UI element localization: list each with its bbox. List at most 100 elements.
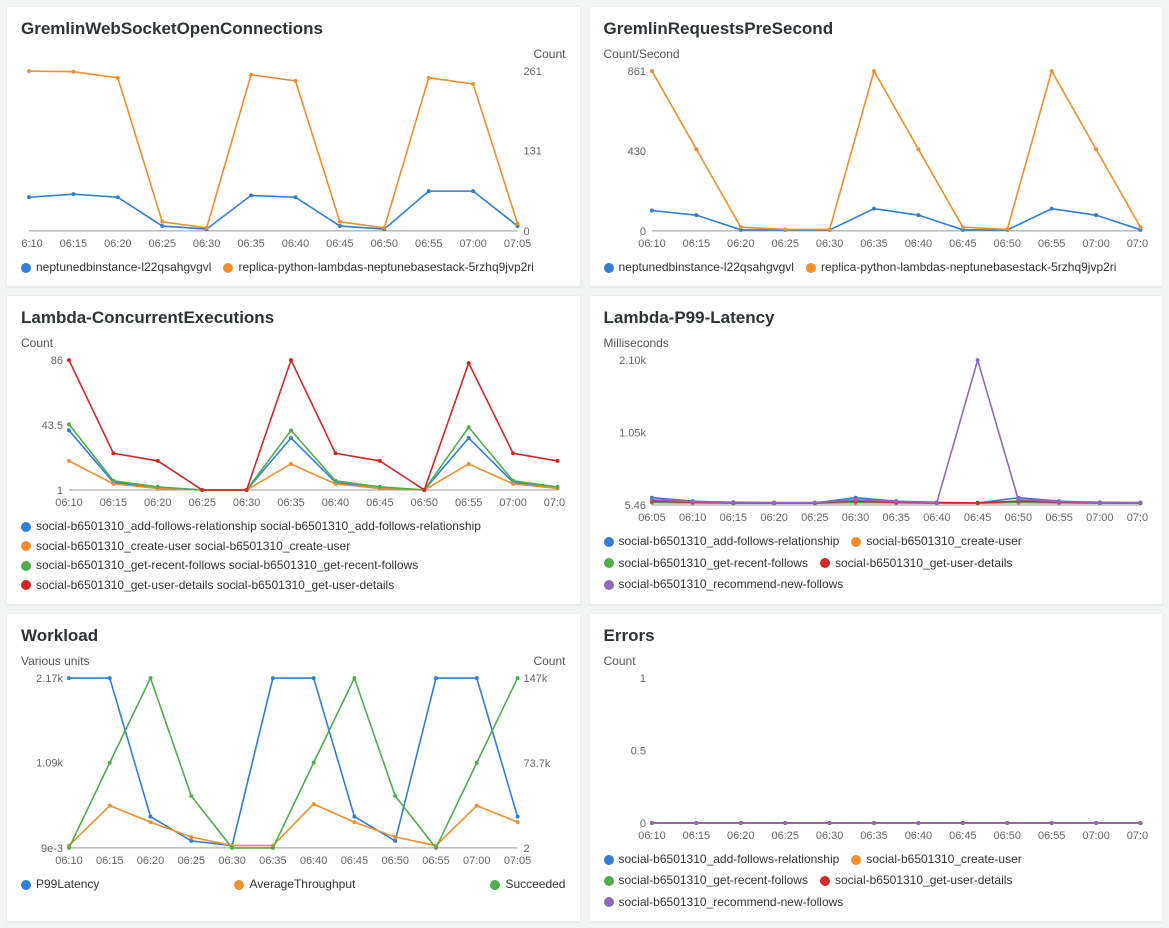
- svg-text:06:15: 06:15: [96, 855, 123, 867]
- legend-item[interactable]: replica-python-lambdas-neptunebasestack-…: [806, 259, 1117, 276]
- panel-title: Workload: [21, 626, 566, 646]
- svg-text:06:15: 06:15: [682, 830, 709, 842]
- chart-lambda-concurrent[interactable]: 06:1006:1506:2006:2506:3006:3506:4006:45…: [21, 352, 566, 512]
- svg-text:1: 1: [57, 485, 63, 497]
- chart-gremlin-connections[interactable]: 06:1006:1506:2006:2506:3006:3506:4006:45…: [21, 63, 566, 253]
- svg-text:07:00: 07:00: [499, 497, 526, 509]
- chart-errors[interactable]: 06:1006:1506:2006:2506:3006:3506:4006:45…: [604, 670, 1149, 845]
- svg-text:06:40: 06:40: [904, 830, 931, 842]
- svg-text:06:35: 06:35: [860, 238, 887, 250]
- legend-label: social-b6501310_add-follows-relationship…: [36, 518, 481, 535]
- legend-item[interactable]: social-b6501310_create-user social-b6501…: [21, 538, 566, 555]
- legend-label: social-b6501310_get-user-details social-…: [36, 577, 394, 594]
- legend-item[interactable]: neptunedbinstance-l22qsahgvgvl: [21, 259, 211, 276]
- svg-text:06:20: 06:20: [727, 238, 754, 250]
- legend: social-b6501310_add-follows-relationship…: [21, 518, 566, 594]
- svg-text:07:05: 07:05: [1126, 830, 1148, 842]
- svg-text:06:50: 06:50: [993, 830, 1020, 842]
- svg-text:430: 430: [627, 146, 645, 158]
- legend-label: social-b6501310_add-follows-relationship: [619, 533, 840, 550]
- legend-label: social-b6501310_get-recent-follows socia…: [36, 557, 418, 574]
- svg-text:06:05: 06:05: [638, 512, 665, 524]
- svg-text:06:15: 06:15: [60, 238, 87, 250]
- svg-text:06:50: 06:50: [993, 238, 1020, 250]
- svg-text:06:35: 06:35: [237, 238, 264, 250]
- svg-text:07:00: 07:00: [1082, 238, 1109, 250]
- legend: neptunedbinstance-l22qsahgvgvl replica-py…: [21, 259, 566, 276]
- legend-item[interactable]: AverageThroughput: [234, 876, 355, 893]
- legend-item[interactable]: replica-python-lambdas-neptunebasestack-…: [223, 259, 534, 276]
- svg-text:06:25: 06:25: [771, 830, 798, 842]
- svg-text:06:50: 06:50: [1004, 512, 1031, 524]
- legend-item[interactable]: social-b6501310_add-follows-relationship: [604, 533, 840, 550]
- svg-text:07:00: 07:00: [459, 238, 486, 250]
- legend-item[interactable]: neptunedbinstance-l22qsahgvgvl: [604, 259, 794, 276]
- legend: social-b6501310_add-follows-relationship…: [604, 851, 1149, 911]
- chart-gremlin-requests[interactable]: 06:1006:1506:2006:2506:3006:3506:4006:45…: [604, 63, 1149, 253]
- svg-text:06:40: 06:40: [322, 497, 349, 509]
- chart-lambda-latency[interactable]: 06:0506:1006:1506:2006:2506:3006:3506:40…: [604, 352, 1149, 527]
- svg-text:06:30: 06:30: [193, 238, 220, 250]
- legend-item[interactable]: social-b6501310_add-follows-relationship: [604, 851, 840, 868]
- svg-text:86: 86: [51, 355, 63, 367]
- y-axis-label: Count: [21, 47, 566, 61]
- svg-text:06:10: 06:10: [55, 855, 82, 867]
- legend-item[interactable]: social-b6501310_create-user: [851, 851, 1021, 868]
- legend-swatch-icon: [604, 897, 614, 907]
- svg-text:06:15: 06:15: [682, 238, 709, 250]
- svg-text:06:35: 06:35: [259, 855, 286, 867]
- legend-item[interactable]: social-b6501310_recommend-new-follows: [604, 894, 844, 911]
- legend-item[interactable]: social-b6501310_get-user-details: [820, 555, 1012, 572]
- svg-text:2: 2: [524, 843, 530, 855]
- legend-swatch-icon: [851, 537, 861, 547]
- legend-item[interactable]: social-b6501310_get-user-details: [820, 872, 1012, 889]
- legend-item[interactable]: Succeeded: [490, 876, 565, 893]
- legend-item[interactable]: P99Latency: [21, 876, 99, 893]
- svg-text:06:20: 06:20: [137, 855, 164, 867]
- legend-label: social-b6501310_recommend-new-follows: [619, 576, 844, 593]
- legend: P99Latency AverageThroughput Succeeded: [21, 876, 566, 893]
- svg-text:06:50: 06:50: [381, 855, 408, 867]
- panel-lambda-latency: Lambda-P99-Latency Milliseconds 06:0506:…: [589, 295, 1164, 605]
- legend-item[interactable]: social-b6501310_get-user-details social-…: [21, 577, 566, 594]
- legend-swatch-icon: [223, 263, 233, 273]
- svg-text:06:50: 06:50: [411, 497, 438, 509]
- legend-swatch-icon: [21, 561, 31, 571]
- legend-label: neptunedbinstance-l22qsahgvgvl: [36, 259, 211, 276]
- legend-item[interactable]: social-b6501310_recommend-new-follows: [604, 576, 844, 593]
- legend-item[interactable]: social-b6501310_get-recent-follows: [604, 555, 808, 572]
- legend-item[interactable]: social-b6501310_add-follows-relationship…: [21, 518, 566, 535]
- legend-swatch-icon: [604, 558, 614, 568]
- svg-text:43.5: 43.5: [42, 420, 63, 432]
- legend-label: social-b6501310_create-user: [866, 533, 1021, 550]
- legend-swatch-icon: [490, 880, 500, 890]
- svg-text:06:15: 06:15: [719, 512, 746, 524]
- legend-item[interactable]: social-b6501310_get-recent-follows socia…: [21, 557, 566, 574]
- legend-item[interactable]: social-b6501310_get-recent-follows: [604, 872, 808, 889]
- svg-text:06:25: 06:25: [178, 855, 205, 867]
- svg-text:07:05: 07:05: [1126, 512, 1148, 524]
- chart-workload[interactable]: 06:1006:1506:2006:2506:3006:3506:4006:45…: [21, 670, 566, 870]
- svg-text:06:30: 06:30: [815, 830, 842, 842]
- svg-text:1: 1: [639, 673, 645, 685]
- legend-swatch-icon: [21, 522, 31, 532]
- legend-swatch-icon: [21, 880, 31, 890]
- y-axis-label: Count: [604, 654, 1149, 668]
- legend-swatch-icon: [604, 855, 614, 865]
- legend-swatch-icon: [21, 541, 31, 551]
- legend-swatch-icon: [21, 263, 31, 273]
- svg-text:06:45: 06:45: [949, 830, 976, 842]
- svg-text:9e-3: 9e-3: [41, 843, 63, 855]
- svg-text:06:20: 06:20: [760, 512, 787, 524]
- legend-swatch-icon: [820, 558, 830, 568]
- svg-text:06:25: 06:25: [771, 238, 798, 250]
- y-axis-label-left: Various units: [21, 654, 89, 668]
- legend-label: social-b6501310_create-user social-b6501…: [36, 538, 350, 555]
- legend-item[interactable]: social-b6501310_create-user: [851, 533, 1021, 550]
- svg-text:06:55: 06:55: [1045, 512, 1072, 524]
- legend-swatch-icon: [851, 855, 861, 865]
- svg-text:06:30: 06:30: [815, 238, 842, 250]
- svg-text:06:10: 06:10: [21, 238, 43, 250]
- svg-text:06:55: 06:55: [455, 497, 482, 509]
- svg-text:07:00: 07:00: [463, 855, 490, 867]
